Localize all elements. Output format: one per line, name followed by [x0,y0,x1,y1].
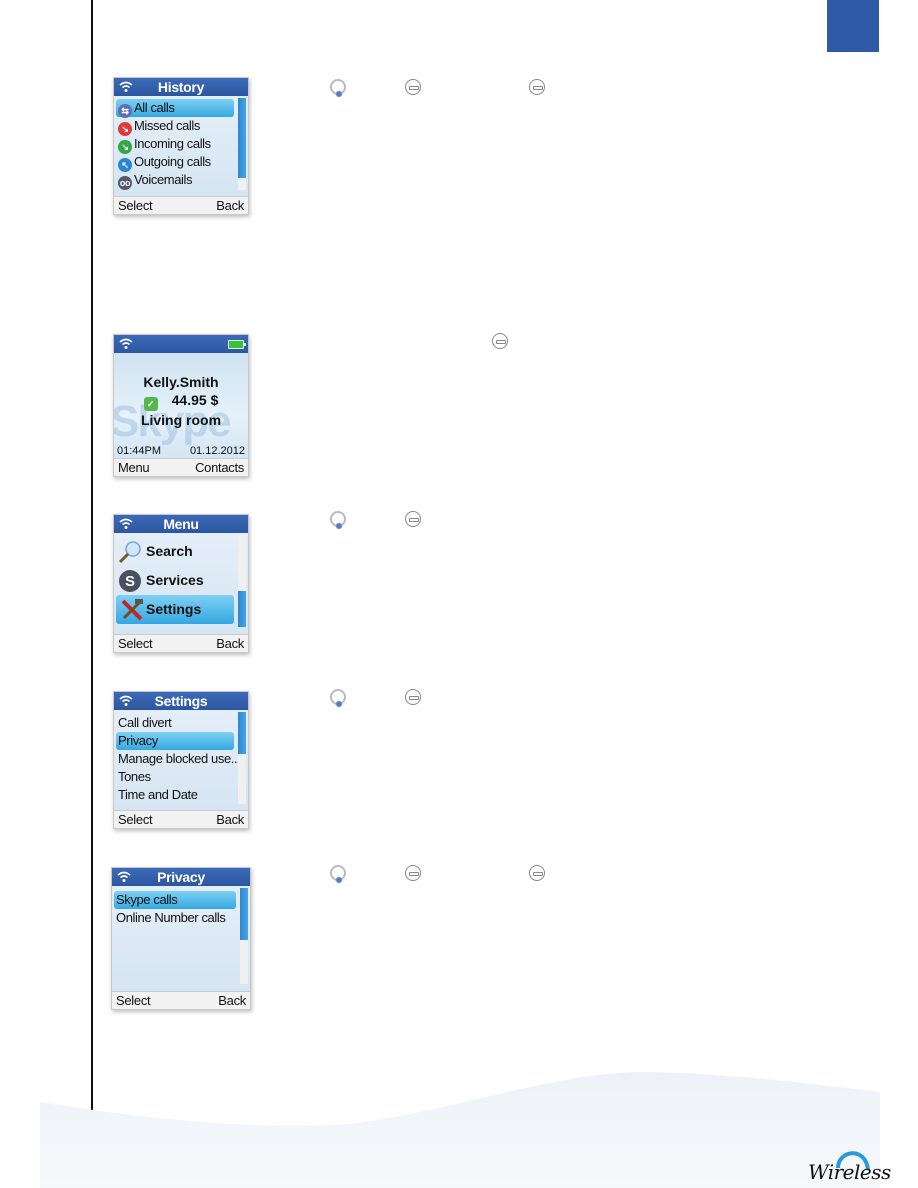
list-item-tones[interactable]: Tones [114,768,248,786]
list-item-outgoing-calls[interactable]: ↖ Outgoing calls [114,153,248,172]
menu-screen: Menu Search S Services Settings Select B… [113,514,249,653]
wireless-logo: Wireless [800,1138,891,1188]
background-wave [40,1071,880,1188]
title-bar: History [114,78,248,96]
chapter-tab [827,0,879,52]
scrollbar[interactable] [238,712,246,804]
select-softkey[interactable]: Select [118,635,153,652]
username: Kelly.Smith [143,374,219,390]
softkey-bar: Menu Contacts [114,458,248,476]
location: Living room [140,412,222,428]
back-softkey[interactable]: Back [216,197,244,214]
softkey-bar: Select Back [114,634,248,652]
title-bar: Settings [114,692,248,710]
nav-key-icon [330,689,346,707]
voicemail-icon: oo [118,176,132,190]
menu-softkey[interactable]: Menu [118,459,150,476]
missed-calls-icon: ↘ [118,122,132,136]
wifi-icon [119,81,133,92]
page-margin-line [91,0,93,1188]
list-item-privacy[interactable]: Privacy [116,732,234,750]
privacy-screen: Privacy Skype calls Online Number calls … [111,867,251,1010]
skype-services-icon: S [119,570,141,592]
outgoing-calls-icon: ↖ [118,158,132,172]
softkey-bar: Select Back [114,810,248,828]
soft-key-icon [405,511,421,527]
select-softkey[interactable]: Select [118,197,153,214]
scrollbar[interactable] [238,535,246,627]
list-item-manage-blocked-users[interactable]: Manage blocked use... [114,750,248,768]
wifi-icon [117,871,131,882]
select-softkey[interactable]: Select [118,811,153,828]
menu-item-services[interactable]: S Services [114,566,248,595]
nav-key-icon [330,511,346,529]
list-item-voicemails[interactable]: oo Voicemails [114,171,248,190]
wifi-icon [119,338,133,349]
select-softkey[interactable]: Select [116,992,151,1009]
svg-text:S: S [125,573,135,590]
softkey-bar: Select Back [114,196,248,214]
screen-title: History [157,79,205,95]
list-item-incoming-calls[interactable]: ↘ Incoming calls [114,135,248,154]
softkey-bar: Select Back [112,991,250,1009]
list-item-all-calls[interactable]: ⇆ All calls [116,99,234,118]
nav-key-icon [330,865,346,883]
soft-key-icon [492,333,508,349]
list-item-skype-calls[interactable]: Skype calls [114,891,236,909]
back-softkey[interactable]: Back [218,992,246,1009]
online-status-icon: ✓ [143,397,158,411]
menu-item-settings[interactable]: Settings [116,595,234,624]
history-screen: History ⇆ All calls ↘ Missed calls ↘ Incomi… [113,77,249,215]
contacts-softkey[interactable]: Contacts [195,459,244,476]
screen-title: Menu [163,516,199,532]
menu-item-search[interactable]: Search [114,537,248,566]
settings-screen: Settings Call divert Privacy Manage bloc… [113,691,249,829]
incoming-calls-icon: ↘ [118,140,132,154]
soft-key-icon [529,79,545,95]
clock-date: 01.12.2012 [189,445,245,457]
logo-text: Wireless [808,1160,891,1184]
credit-row: ✓ 44.95 $ [114,391,248,411]
back-softkey[interactable]: Back [216,635,244,652]
list-item-call-divert[interactable]: Call divert [114,714,248,732]
title-bar: Privacy [112,868,250,886]
clock-time: 01:44PM [117,445,162,457]
nav-key-icon [330,79,346,97]
credit-balance: 44.95 $ [171,392,219,408]
scrollbar[interactable] [238,98,246,190]
soft-key-icon [529,865,545,881]
idle-screen: Skype Kelly.Smith ✓ 44.95 $ Living room 0… [113,334,249,477]
battery-icon [228,340,246,349]
back-softkey[interactable]: Back [216,811,244,828]
soft-key-icon [405,79,421,95]
wifi-icon [119,695,133,706]
wifi-icon [119,518,133,529]
screen-title: Privacy [157,869,205,885]
scrollbar[interactable] [240,888,248,984]
status-bar [114,335,248,353]
screen-title: Settings [154,693,208,709]
all-calls-icon: ⇆ [118,104,132,118]
list-item-online-number-calls[interactable]: Online Number calls [112,909,250,927]
soft-key-icon [405,689,421,705]
list-item-missed-calls[interactable]: ↘ Missed calls [114,117,248,136]
search-icon [118,541,141,564]
settings-tools-icon [121,599,143,621]
soft-key-icon [405,865,421,881]
title-bar: Menu [114,515,248,533]
list-item-time-and-date[interactable]: Time and Date [114,786,248,804]
